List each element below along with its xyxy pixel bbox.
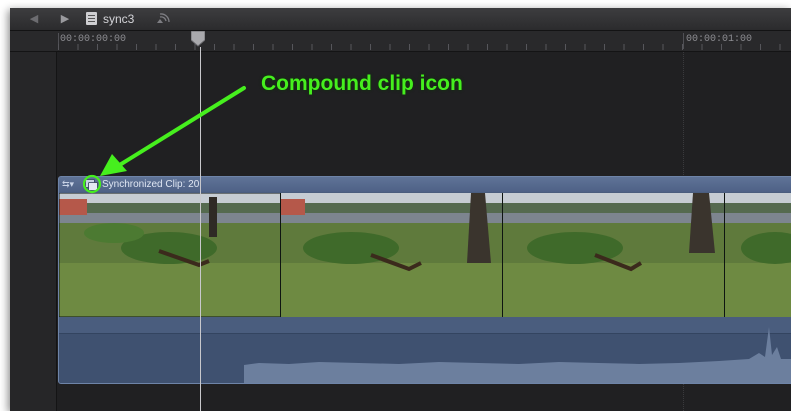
video-thumbnail (725, 193, 791, 317)
project-document-icon (86, 12, 97, 25)
compound-clip-icon (85, 178, 98, 191)
annotation-label: Compound clip icon (261, 72, 463, 95)
timeline-window: ◀ ▶ sync3 00:00:00:00 00:00:01:00 ⇆▾ Syn… (10, 8, 791, 411)
timeline-toolbar: ◀ ▶ sync3 (10, 8, 791, 31)
clip-label: Synchronized Clip: 20 (102, 179, 200, 190)
broadcast-icon[interactable] (154, 10, 170, 29)
video-filmstrip (59, 193, 791, 317)
clip-menu-icon[interactable]: ⇆▾ (62, 179, 74, 190)
clip-header: ⇆▾ Synchronized Clip: 20 (59, 177, 791, 192)
project-name: sync3 (103, 12, 135, 26)
audio-waveform-track (59, 319, 791, 383)
playhead-handle[interactable] (191, 31, 205, 47)
playhead-line[interactable] (200, 47, 201, 411)
back-arrow-icon[interactable]: ◀ (26, 12, 42, 26)
ruler-ticks (58, 44, 791, 50)
synchronized-clip[interactable]: ⇆▾ Synchronized Clip: 20 (58, 176, 791, 384)
audio-waveform (244, 327, 791, 383)
video-thumbnail (503, 193, 725, 317)
video-thumbnail (59, 193, 281, 317)
forward-arrow-icon[interactable]: ▶ (57, 12, 73, 26)
video-thumbnail (281, 193, 503, 317)
timecode-ruler[interactable]: 00:00:00:00 00:00:01:00 (10, 31, 791, 52)
track-header-gutter (10, 52, 57, 411)
